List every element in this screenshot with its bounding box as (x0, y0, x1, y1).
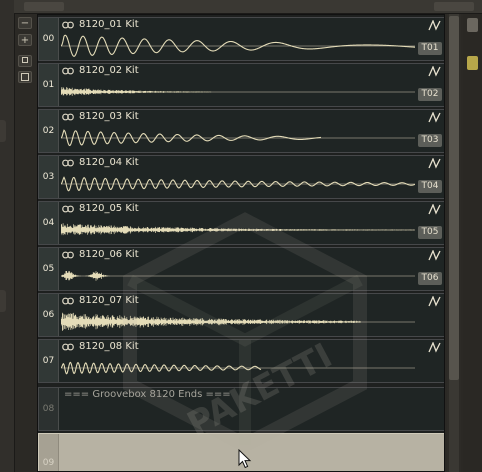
track-badge[interactable]: T02 (418, 88, 442, 101)
waveform[interactable] (61, 78, 415, 106)
link-icon[interactable] (62, 113, 74, 121)
small-view-button[interactable] (18, 55, 32, 67)
instrument-name: 8120_08 Kit (79, 341, 139, 352)
link-icon[interactable] (62, 297, 74, 305)
instrument-list: 00 8120_01 Kit T01 01 8120_02 Kit T02 02… (37, 14, 445, 472)
waveform[interactable] (61, 262, 415, 290)
instrument-slot[interactable]: 04 8120_05 Kit T05 (38, 201, 444, 245)
instrument-name: 8120_03 Kit (79, 111, 139, 122)
instrument-index: 04 (39, 202, 59, 244)
link-icon[interactable] (62, 21, 74, 29)
mouse-cursor-icon (238, 449, 252, 469)
instrument-list-controls: − + (16, 14, 36, 472)
instrument-index: 07 (39, 340, 59, 382)
envelope-icon[interactable] (428, 250, 441, 261)
instrument-index: 09 (39, 434, 59, 471)
instrument-slot[interactable]: 02 8120_03 Kit T03 (38, 109, 444, 153)
end-marker-slot[interactable]: 08 === Groovebox 8120 Ends === (38, 387, 444, 431)
left-panel-handle[interactable] (0, 290, 6, 312)
small-square-icon (22, 57, 28, 63)
instrument-index: 06 (39, 294, 59, 336)
envelope-icon[interactable] (428, 158, 441, 169)
instrument-name: 8120_04 Kit (79, 157, 139, 168)
waveform[interactable] (61, 216, 415, 244)
envelope-icon[interactable] (428, 112, 441, 123)
track-badge[interactable]: T03 (418, 134, 442, 147)
large-view-button[interactable] (18, 71, 32, 83)
instrument-name: 8120_06 Kit (79, 249, 139, 260)
large-square-icon (21, 73, 29, 81)
track-badge[interactable]: T06 (418, 272, 442, 285)
link-icon[interactable] (62, 159, 74, 167)
instrument-slot[interactable]: 05 8120_06 Kit T06 (38, 247, 444, 291)
waveform[interactable] (61, 354, 415, 382)
vertical-scrollbar[interactable] (447, 14, 461, 472)
waveform[interactable] (61, 32, 415, 60)
top-bar-tab[interactable] (434, 2, 474, 11)
right-panel-button[interactable] (467, 18, 478, 32)
instrument-slot[interactable]: 03 8120_04 Kit T04 (38, 155, 444, 199)
instrument-slot[interactable]: 01 8120_02 Kit T02 (38, 63, 444, 107)
left-panel-handle[interactable] (0, 120, 6, 142)
instrument-index: 02 (39, 110, 59, 152)
instrument-index: 01 (39, 64, 59, 106)
link-icon[interactable] (62, 67, 74, 75)
instrument-name: 8120_02 Kit (79, 65, 139, 76)
end-marker-label: === Groovebox 8120 Ends === (64, 389, 231, 400)
right-panel-toggle[interactable] (467, 56, 478, 70)
envelope-icon[interactable] (428, 342, 441, 353)
link-icon[interactable] (62, 205, 74, 213)
instrument-index: 03 (39, 156, 59, 198)
instrument-index: 00 (39, 18, 59, 60)
link-icon[interactable] (62, 343, 74, 351)
top-bar (14, 0, 482, 14)
left-panel-edge (0, 0, 15, 472)
instrument-name: 8120_07 Kit (79, 295, 139, 306)
track-badge[interactable]: T05 (418, 226, 442, 239)
envelope-icon[interactable] (428, 296, 441, 307)
track-badge[interactable]: T04 (418, 180, 442, 193)
expand-button[interactable]: + (18, 34, 32, 46)
right-panel-edge (463, 14, 482, 472)
collapse-button[interactable]: − (18, 17, 32, 29)
instrument-index: 05 (39, 248, 59, 290)
instrument-slot[interactable]: 07 8120_08 Kit (38, 339, 444, 383)
top-bar-tab[interactable] (24, 2, 64, 11)
waveform[interactable] (61, 308, 415, 336)
waveform[interactable] (61, 124, 415, 152)
instrument-name: 8120_05 Kit (79, 203, 139, 214)
instrument-slot[interactable]: 00 8120_01 Kit T01 (38, 17, 444, 61)
instrument-index: 08 (39, 388, 59, 430)
envelope-icon[interactable] (428, 66, 441, 77)
track-badge[interactable]: T01 (418, 42, 442, 55)
instrument-slot[interactable]: 06 8120_07 Kit (38, 293, 444, 337)
scroll-thumb[interactable] (449, 16, 459, 380)
envelope-icon[interactable] (428, 20, 441, 31)
waveform[interactable] (61, 170, 415, 198)
envelope-icon[interactable] (428, 204, 441, 215)
instrument-name: 8120_01 Kit (79, 19, 139, 30)
link-icon[interactable] (62, 251, 74, 259)
